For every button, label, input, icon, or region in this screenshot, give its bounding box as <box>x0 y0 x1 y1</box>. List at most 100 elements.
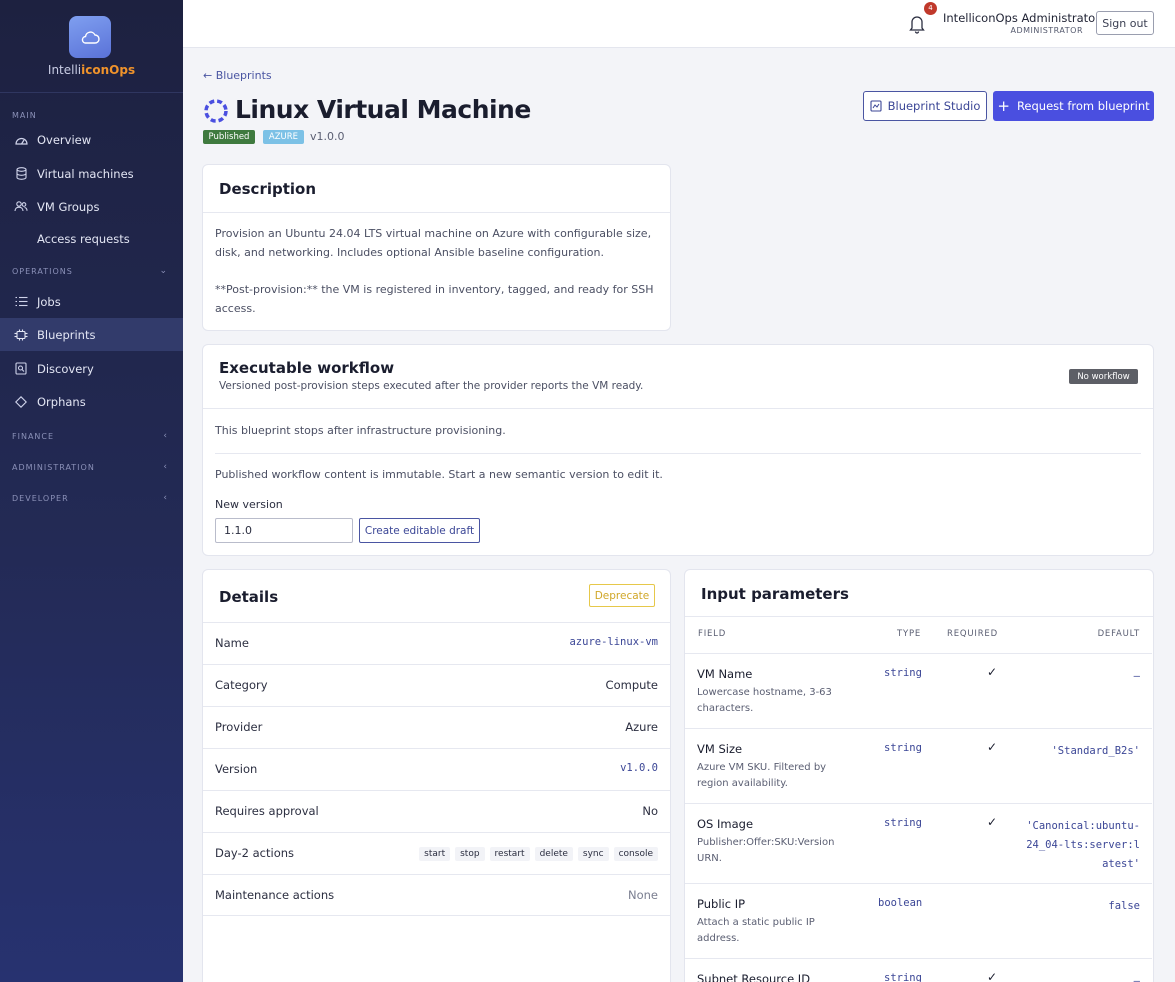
detail-row-maintenance-actions: Maintenance actions None <box>203 874 670 916</box>
param-name: Public IP <box>697 897 746 911</box>
sidebar-item-label: Overview <box>37 132 92 147</box>
param-default: 'Standard_B2s' <box>1051 745 1140 757</box>
description-paragraph: **Post-provision:** the VM is registered… <box>215 283 654 315</box>
status-badge: Published <box>203 130 255 144</box>
param-type: string <box>884 667 922 679</box>
column-header-field: FIELD <box>698 629 727 639</box>
param-description: Azure VM SKU. Filtered by region availab… <box>697 762 827 789</box>
blueprint-spinner-icon <box>204 99 228 123</box>
section-operations[interactable]: OPERATIONS ⌄ <box>12 266 172 276</box>
section-administration[interactable]: ADMINISTRATION ‹ <box>12 462 172 472</box>
param-required: ✓ <box>987 970 998 982</box>
sidebar-item-virtual-machines[interactable]: Virtual machines <box>0 157 183 190</box>
detail-row-category: Category Compute <box>203 664 670 706</box>
blueprint-icon <box>14 328 28 342</box>
column-header-default: DEFAULT <box>1097 629 1140 639</box>
deprecate-button[interactable]: Deprecate <box>589 584 655 607</box>
param-type: string <box>884 742 922 754</box>
param-required: ✓ <box>987 665 998 679</box>
new-version-input[interactable]: 1.1.0 <box>215 518 353 543</box>
version-label: v1.0.0 <box>310 130 345 143</box>
detail-row-provider: Provider Azure <box>203 706 670 748</box>
param-default: false <box>1108 900 1140 912</box>
studio-icon <box>870 100 882 112</box>
parameters-title: Input parameters <box>701 585 849 603</box>
day2-action-chip: console <box>613 847 658 861</box>
detail-key: Name <box>215 636 249 650</box>
divider <box>203 408 1153 409</box>
detail-key: Provider <box>215 720 263 734</box>
page-title: Linux Virtual Machine <box>235 95 531 124</box>
brand-name: IntelliiconOps <box>47 63 136 77</box>
column-header-type: TYPE <box>897 629 922 639</box>
sidebar-item-label: Orphans <box>37 394 86 409</box>
blueprint-studio-label: Blueprint Studio <box>887 99 981 113</box>
sidebar-divider <box>0 92 183 93</box>
section-finance[interactable]: FINANCE ‹ <box>12 431 172 441</box>
day2-action-chip: sync <box>577 847 609 861</box>
detail-value: Azure <box>625 720 658 734</box>
sidebar-item-blueprints[interactable]: Blueprints <box>0 318 183 351</box>
day2-action-list: start stop restart delete sync console <box>419 847 658 861</box>
user-role: ADMINISTRATOR <box>1010 26 1083 35</box>
param-default: — <box>1133 670 1140 682</box>
new-version-label: New version <box>215 498 283 511</box>
detail-key: Version <box>215 762 258 776</box>
sidebar-item-jobs[interactable]: Jobs <box>0 285 183 318</box>
sidebar-item-label: VM Groups <box>37 199 100 214</box>
sidebar-item-overview[interactable]: Overview <box>0 123 183 156</box>
sidebar-item-label: Discovery <box>37 361 94 376</box>
sidebar-item-label: Jobs <box>37 294 61 309</box>
sidebar-item-access-requests[interactable]: Access requests <box>0 222 183 255</box>
details-title: Details <box>219 588 279 606</box>
blueprint-studio-button[interactable]: Blueprint Studio <box>863 91 987 121</box>
sign-out-button[interactable]: Sign out <box>1096 11 1154 35</box>
discovery-icon <box>14 362 28 376</box>
table-row: Subnet Resource ID string ✓ — <box>685 958 1152 982</box>
workflow-subtitle: Versioned post-provision steps executed … <box>219 380 644 392</box>
detail-value: azure-linux-vm <box>569 636 658 648</box>
detail-row-version: Version v1.0.0 <box>203 748 670 790</box>
detail-row-day2-actions: Day-2 actions start stop restart delete … <box>203 832 670 874</box>
chevron-down-icon: ⌄ <box>159 266 168 276</box>
table-row: OS Image Publisher:Offer:SKU:Version URN… <box>685 803 1152 883</box>
sidebar-item-label: Access requests <box>37 231 130 246</box>
detail-key: Day-2 actions <box>215 846 295 860</box>
chevron-left-icon: ‹ <box>163 462 168 472</box>
day2-action-chip: stop <box>455 847 485 861</box>
bell-icon[interactable] <box>908 14 926 34</box>
chevron-left-icon: ‹ <box>163 431 168 441</box>
param-name: OS Image <box>697 817 754 831</box>
divider <box>215 453 1141 454</box>
dashboard-icon <box>14 133 28 147</box>
sidebar-item-vm-groups[interactable]: VM Groups <box>0 190 183 223</box>
user-name[interactable]: IntelliconOps Administrator <box>943 11 1100 25</box>
logo[interactable] <box>69 16 111 58</box>
workflow-card: Executable workflow Versioned post-provi… <box>202 344 1154 556</box>
param-name: VM Name <box>697 667 753 681</box>
param-description: Attach a static public IP address. <box>697 917 815 944</box>
sidebar-item-discovery[interactable]: Discovery <box>0 352 183 385</box>
detail-value: None <box>627 888 658 902</box>
create-draft-button[interactable]: Create editable draft <box>359 518 480 543</box>
param-type: boolean <box>878 897 923 909</box>
param-name: VM Size <box>697 742 743 756</box>
param-description: Publisher:Offer:SKU:Version URN. <box>697 837 835 864</box>
section-developer[interactable]: DEVELOPER ‹ <box>12 493 172 503</box>
request-from-blueprint-button[interactable]: + Request from blueprint <box>993 91 1154 121</box>
table-row: VM Name Lowercase hostname, 3-63 charact… <box>685 653 1152 728</box>
column-header-required: REQUIRED <box>947 629 998 639</box>
topbar: 4 IntelliconOps Administrator ADMINISTRA… <box>183 0 1175 48</box>
notification-count-badge: 4 <box>924 2 937 15</box>
param-required: ✓ <box>987 815 998 829</box>
plus-icon: + <box>997 96 1010 115</box>
diamond-icon <box>14 395 28 409</box>
detail-key: Requires approval <box>215 804 319 818</box>
detail-row-requires-approval: Requires approval No <box>203 790 670 832</box>
chevron-left-icon: ‹ <box>163 493 168 503</box>
sidebar-item-orphans[interactable]: Orphans <box>0 385 183 418</box>
detail-value: Compute <box>605 678 658 692</box>
back-link[interactable]: ← Blueprints <box>203 69 272 82</box>
param-type: string <box>884 817 922 829</box>
day2-action-chip: restart <box>489 847 530 861</box>
